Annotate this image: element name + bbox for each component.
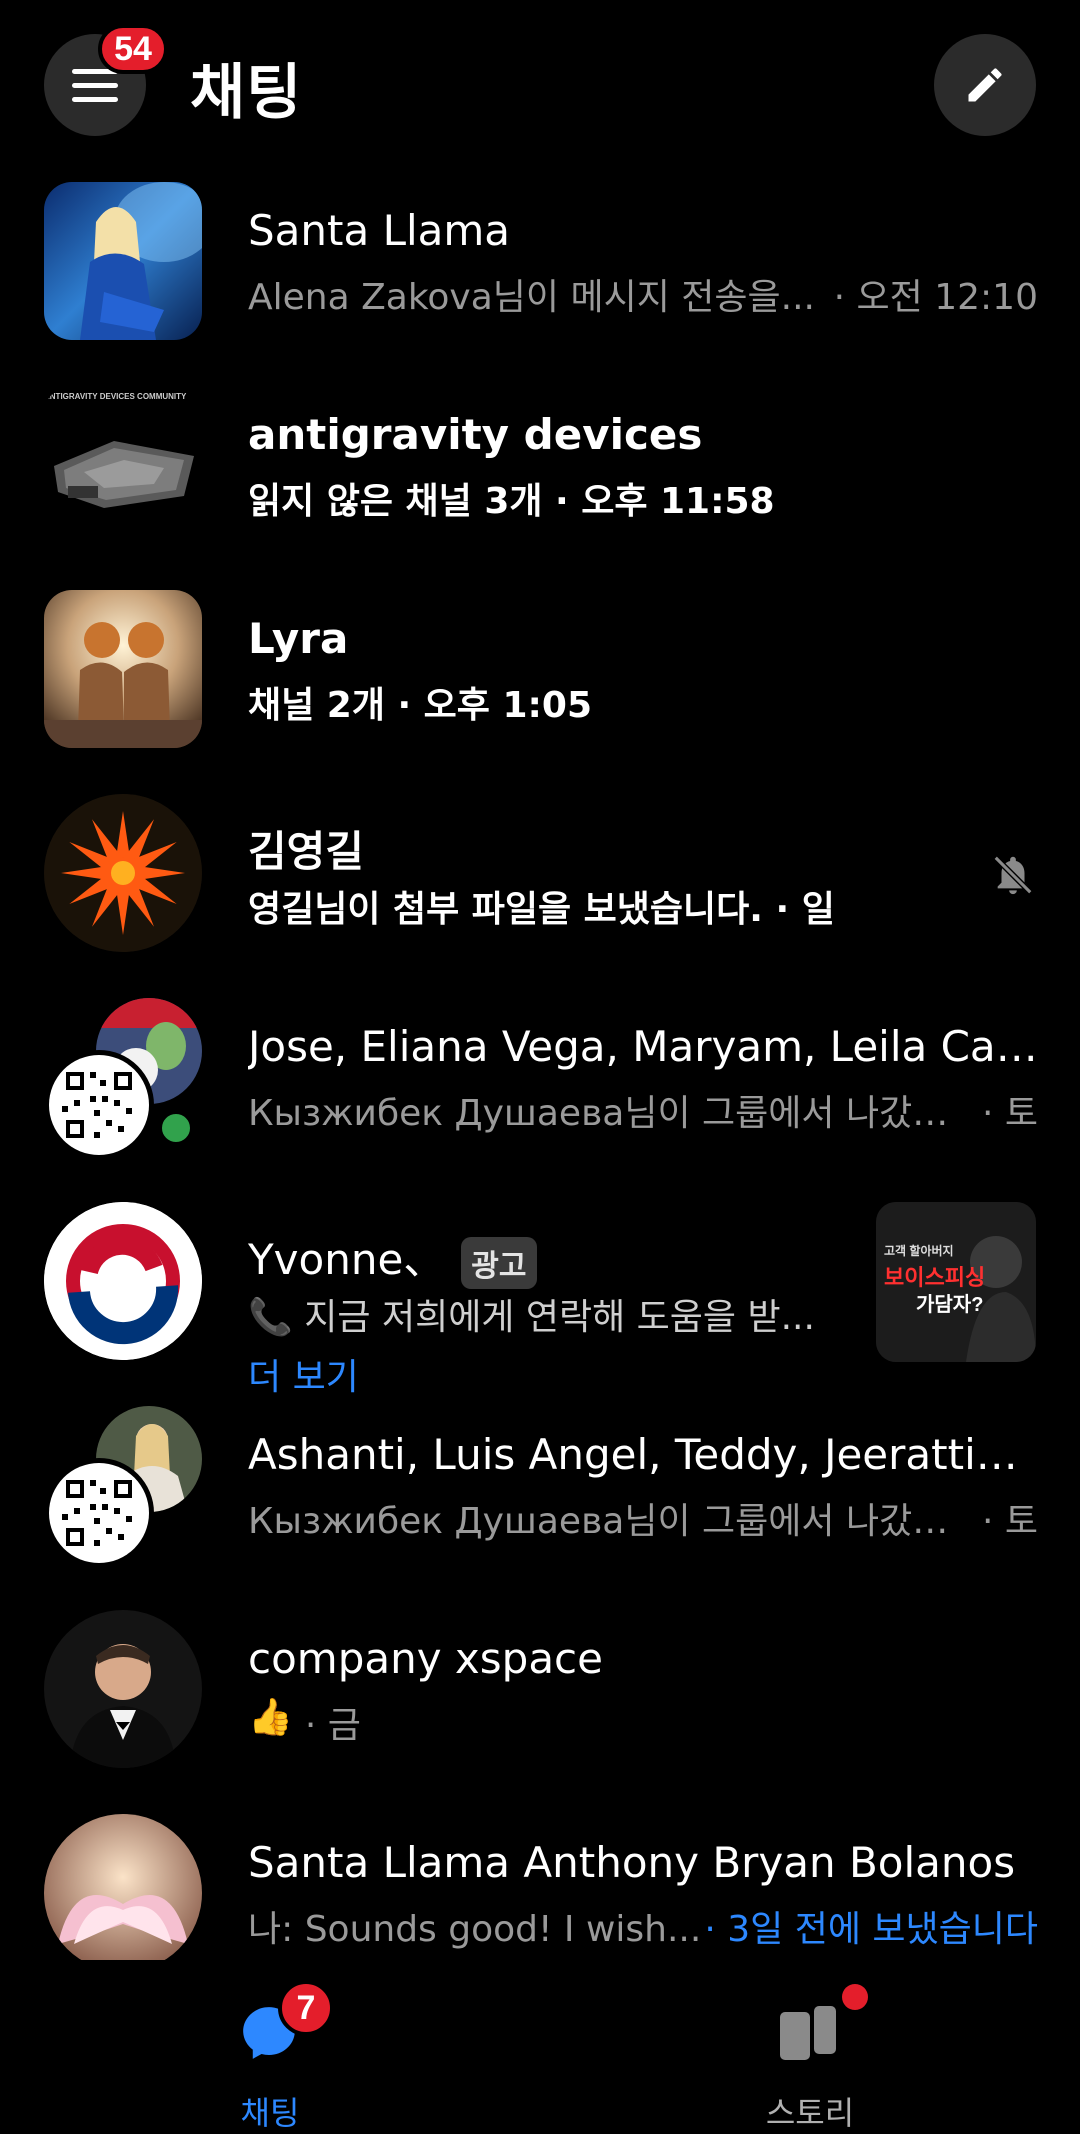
- tab-stories[interactable]: 스토리: [660, 1960, 960, 2132]
- muted-bell-icon: [993, 855, 1033, 895]
- chats-badge: 7: [278, 1980, 334, 2036]
- compose-button[interactable]: [934, 34, 1036, 136]
- ad-thumb-line-3: 가담자?: [916, 1294, 984, 1316]
- chat-preview-line: 채널 2개 · 오후 1:05: [248, 676, 1038, 728]
- chat-preview-line: Alena Zakova님이 메시지 전송을... · 오전 12:10: [248, 268, 1038, 320]
- chat-preview-line: 읽지 않은 채널 3개 · 오후 11:58: [248, 472, 1038, 524]
- chat-title-line: Yvonne、 광고: [248, 1226, 808, 1289]
- menu-notification-badge: 54: [98, 24, 168, 74]
- tab-chats-label: 채팅: [240, 2094, 300, 2132]
- ad-badge: 광고: [461, 1236, 537, 1289]
- hamburger-menu-icon: [72, 69, 118, 102]
- chat-preview: 👍: [248, 1697, 293, 1738]
- chat-preview-line: 영길님이 첨부 파일을 보냈습니다. · 일: [248, 880, 1038, 932]
- chat-avatar: [44, 182, 202, 340]
- stories-notification-dot: [842, 1984, 868, 2010]
- chat-row-santa-llama[interactable]: Santa Llama Alena Zakova님이 메시지 전송을... · …: [0, 160, 1080, 360]
- chat-preview: Кызжибек Душаева님이 그룹에서 나갔습...: [248, 1501, 970, 1542]
- chat-row-lyra[interactable]: Lyra 채널 2개 · 오후 1:05: [0, 568, 1080, 768]
- chat-row-kim-younggil[interactable]: 김영길 영길님이 첨부 파일을 보냈습니다. · 일: [0, 772, 1080, 972]
- tab-stories-label: 스토리: [765, 2094, 855, 2132]
- chat-avatar: [44, 590, 202, 748]
- chat-title: Lyra: [248, 614, 349, 663]
- chat-preview: Alena Zakova님이 메시지 전송을...: [248, 277, 815, 318]
- chat-time: · 금: [304, 1705, 361, 1746]
- chat-time: · 토: [981, 1501, 1038, 1542]
- chat-row-antigravity-devices[interactable]: ANTIGRAVITY DEVICES COMMUNITY antigravit…: [0, 364, 1080, 564]
- ad-thumb-line-1: 고객 할아버지: [884, 1244, 954, 1258]
- group-avatar-primary: [44, 1050, 154, 1160]
- bottom-navigation: 7 채팅 스토리: [0, 1960, 1080, 2132]
- chat-time: · 오전 12:10: [833, 277, 1038, 318]
- chat-preview: 채널 2개 · 오후 1:05: [248, 685, 593, 726]
- chat-title: Santa Llama Anthony Bryan Bolanos: [248, 1838, 1016, 1887]
- app-header: 54 채팅: [0, 0, 1080, 170]
- chat-preview: 읽지 않은 채널 3개 · 오후 11:58: [248, 481, 775, 522]
- chat-row-group-jose[interactable]: V Jose, Eliana Vega,: [0, 976, 1080, 1176]
- tab-chats[interactable]: 7 채팅: [120, 1960, 420, 2132]
- ad-thumbnail[interactable]: 고객 할아버지 보이스피싱 가담자?: [876, 1202, 1036, 1362]
- group-avatar-primary: [44, 1458, 154, 1568]
- chat-preview-line: 📞 지금 저희에게 연락해 도움을 받...: [248, 1288, 828, 1340]
- chat-avatar: [44, 1610, 202, 1768]
- chat-title: Santa Llama: [248, 206, 511, 255]
- chat-title: Ashanti, Luis Angel, Teddy, Jeerattikul,…: [248, 1430, 1038, 1479]
- stories-icon: [780, 2006, 836, 2060]
- chat-avatar: [44, 794, 202, 952]
- chat-title: antigravity devices: [248, 410, 703, 459]
- chat-avatar: [44, 1202, 202, 1360]
- chat-time: · 토: [981, 1093, 1038, 1134]
- chat-title: company xspace: [248, 1634, 603, 1683]
- chat-preview-line: 👍 · 금: [248, 1696, 1038, 1748]
- chat-preview: 📞 지금 저희에게 연락해 도움을 받...: [248, 1297, 815, 1338]
- chat-preview: 영길님이 첨부 파일을 보냈습니다. · 일: [248, 889, 835, 930]
- chat-preview-line: 나: Sounds good! I wish... · 3일 전에 보냈습니다: [248, 1900, 1038, 1952]
- chat-row-group-ashanti[interactable]: Ashanti, Luis Angel, Teddy, Jeerattikul,…: [0, 1384, 1080, 1584]
- chat-preview-line: Кызжибек Душаева님이 그룹에서 나갔습... · 토: [248, 1492, 1038, 1544]
- chat-preview: Кызжибек Душаева님이 그룹에서 나갔습...: [248, 1093, 970, 1134]
- chat-time: · 3일 전에 보냈습니다: [704, 1909, 1038, 1950]
- chat-avatar: ANTIGRAVITY DEVICES COMMUNITY: [44, 386, 202, 544]
- group-avatar: [44, 1406, 202, 1568]
- chat-title: 김영길: [248, 827, 364, 876]
- chat-preview-line: Кызжибек Душаева님이 그룹에서 나갔습... · 토: [248, 1084, 1038, 1136]
- chat-avatar: [44, 1814, 202, 1972]
- online-status-dot: [156, 1108, 196, 1148]
- pencil-icon: [968, 68, 1002, 102]
- chat-title: Jose, Eliana Vega, Maryam, Leila Calix..…: [248, 1022, 1038, 1071]
- chat-row-company-xspace[interactable]: company xspace 👍 · 금: [0, 1588, 1080, 1788]
- chat-title: Yvonne、: [248, 1235, 446, 1284]
- page-title: 채팅: [190, 58, 303, 128]
- chat-preview: 나: Sounds good! I wish...: [248, 1909, 702, 1950]
